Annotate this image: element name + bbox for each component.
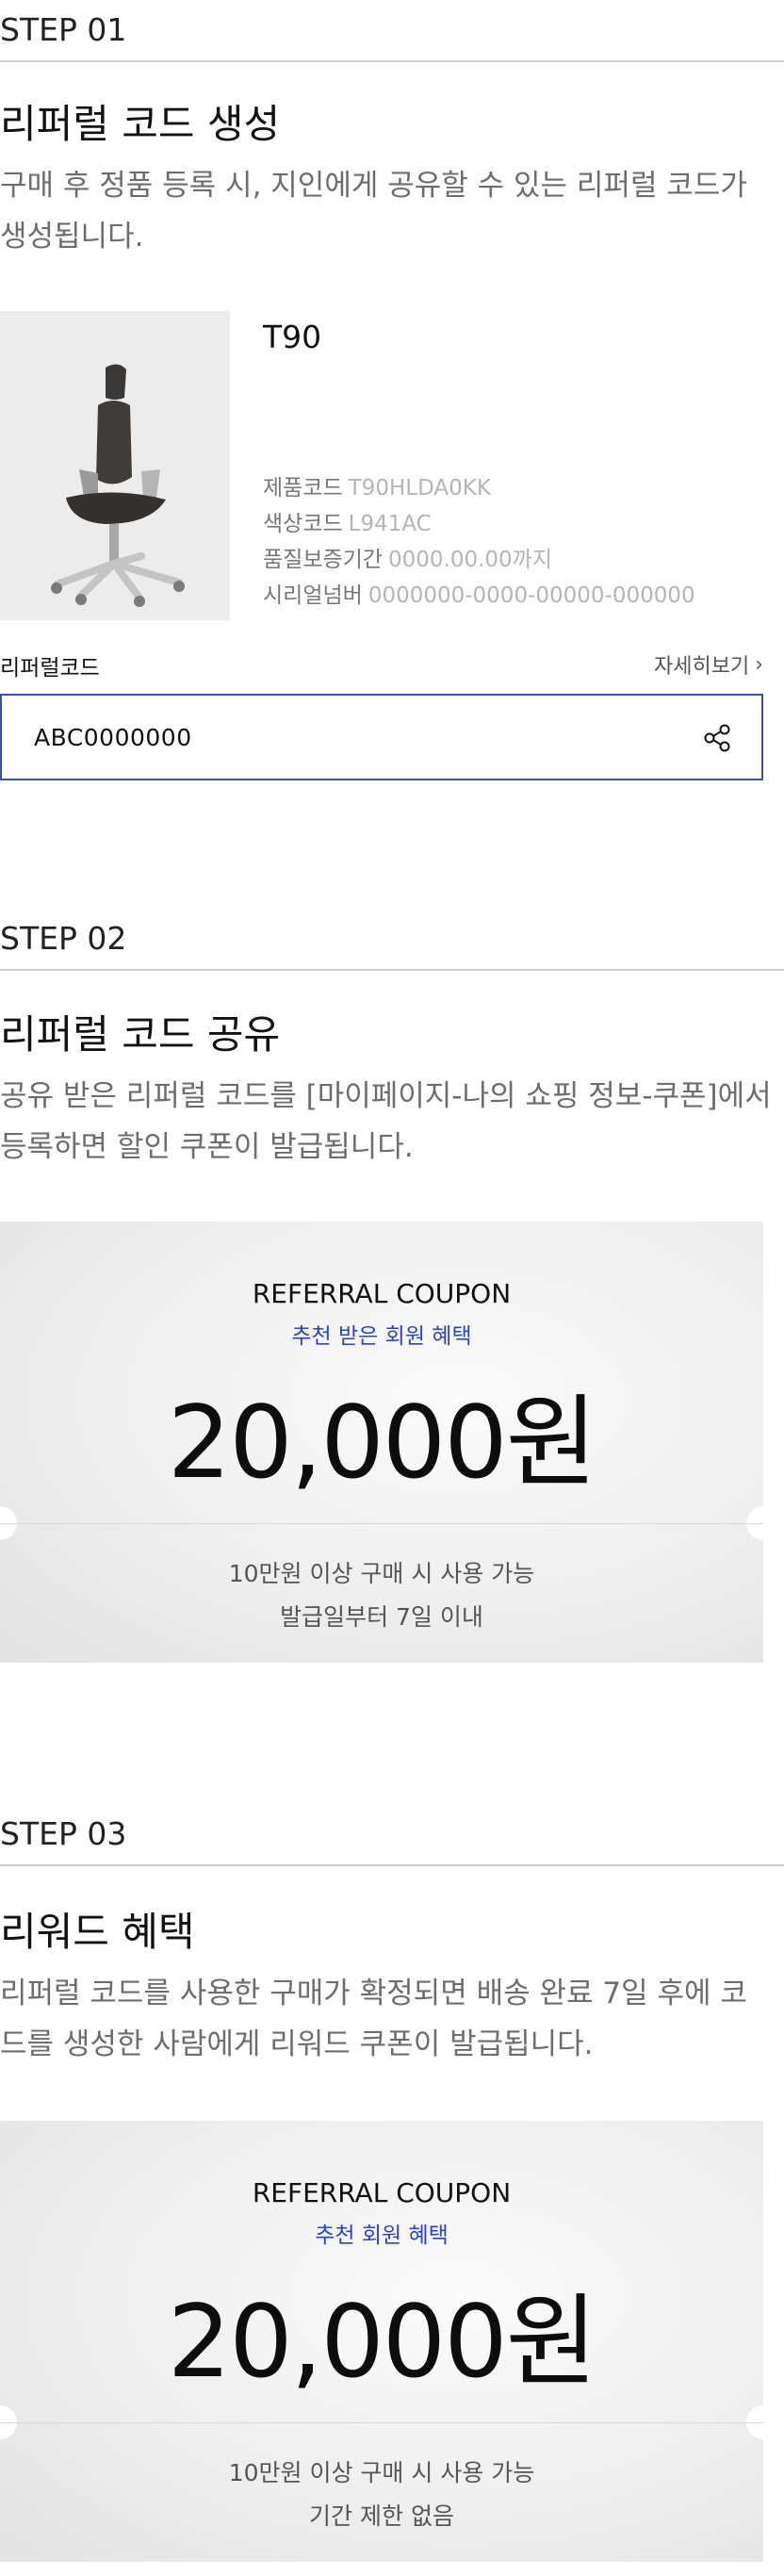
spec-value: L941AC [348, 512, 432, 536]
office-chair-image [0, 311, 230, 620]
spec-value: 0000.00.00까지 [387, 548, 552, 572]
step-03-label: STEP 03 [0, 1815, 127, 1852]
spec-label: 품질보증기간 [263, 548, 383, 572]
step-01-label: STEP 01 [0, 11, 127, 48]
coupon-amount: 20,000원 [167, 2284, 597, 2400]
step-01-title: 리퍼럴 코드 생성 [0, 101, 281, 147]
product-name: T90 [263, 319, 322, 355]
coupon-divider [0, 1523, 763, 1524]
chevron-right-icon: › [755, 652, 763, 677]
spec-warranty: 품질보증기간 0000.00.00까지 [263, 541, 552, 573]
spec-value: T90HLDA0KK [348, 476, 491, 500]
step-03-title: 리워드 혜택 [0, 1909, 195, 1955]
coupon-validity: 발급일부터 7일 이내 [280, 1603, 483, 1631]
referral-coupon-card: REFERRAL COUPON 추천 받은 회원 혜택 20,000원 10만원… [0, 1222, 763, 1663]
step-03-divider [0, 1864, 784, 1866]
spec-value: 0000000-0000-00000-000000 [368, 583, 695, 608]
spec-product-code: 제품코드 T90HLDA0KK [263, 469, 491, 501]
spec-label: 시리얼넘버 [263, 583, 363, 608]
referral-code-value: ABC0000000 [34, 724, 192, 751]
coupon-condition: 10만원 이상 구매 시 사용 가능 [228, 2459, 535, 2486]
coupon-subtitle: 추천 회원 혜택 [315, 2223, 449, 2248]
step-02-description: 공유 받은 리퍼럴 코드를 [마이페이지-나의 쇼핑 정보-쿠폰]에서 등록하면… [0, 1079, 772, 1164]
step-02-label: STEP 02 [0, 920, 127, 957]
spec-label: 제품코드 [263, 476, 343, 500]
coupon-subtitle: 추천 받은 회원 혜택 [291, 1324, 472, 1349]
coupon-condition: 10만원 이상 구매 시 사용 가능 [228, 1560, 535, 1587]
step-02-divider [0, 969, 784, 971]
spec-serial-number: 시리얼넘버 0000000-0000-00000-000000 [263, 577, 695, 609]
step-01-description: 구매 후 정품 등록 시, 지인에게 공유할 수 있는 리퍼럴 코드가 생성됩니… [0, 169, 747, 254]
coupon-divider [0, 2422, 763, 2423]
coupon-validity: 기간 제한 없음 [309, 2502, 454, 2530]
referral-code-box: ABC0000000 [0, 694, 763, 780]
spec-color-code: 색상코드 L941AC [263, 505, 432, 537]
reward-coupon-card: REFERRAL COUPON 추천 회원 혜택 20,000원 10만원 이상… [0, 2121, 763, 2562]
product-image [0, 311, 230, 620]
spec-label: 색상코드 [263, 512, 343, 536]
step-01-divider [0, 60, 784, 62]
view-details-link[interactable]: 자세히보기 › [654, 649, 763, 680]
share-icon[interactable] [701, 722, 733, 754]
step-03-description: 리퍼럴 코드를 사용한 구매가 확정되면 배송 완료 7일 후에 코드를 생성한… [0, 1977, 747, 2061]
referral-code-label: 리퍼럴코드 [0, 656, 100, 681]
step-02-title: 리퍼럴 코드 공유 [0, 1011, 281, 1058]
view-details-label: 자세히보기 [653, 655, 750, 679]
coupon-title: REFERRAL COUPON [252, 1278, 512, 1309]
coupon-amount: 20,000원 [167, 1385, 597, 1501]
coupon-title: REFERRAL COUPON [252, 2177, 512, 2208]
